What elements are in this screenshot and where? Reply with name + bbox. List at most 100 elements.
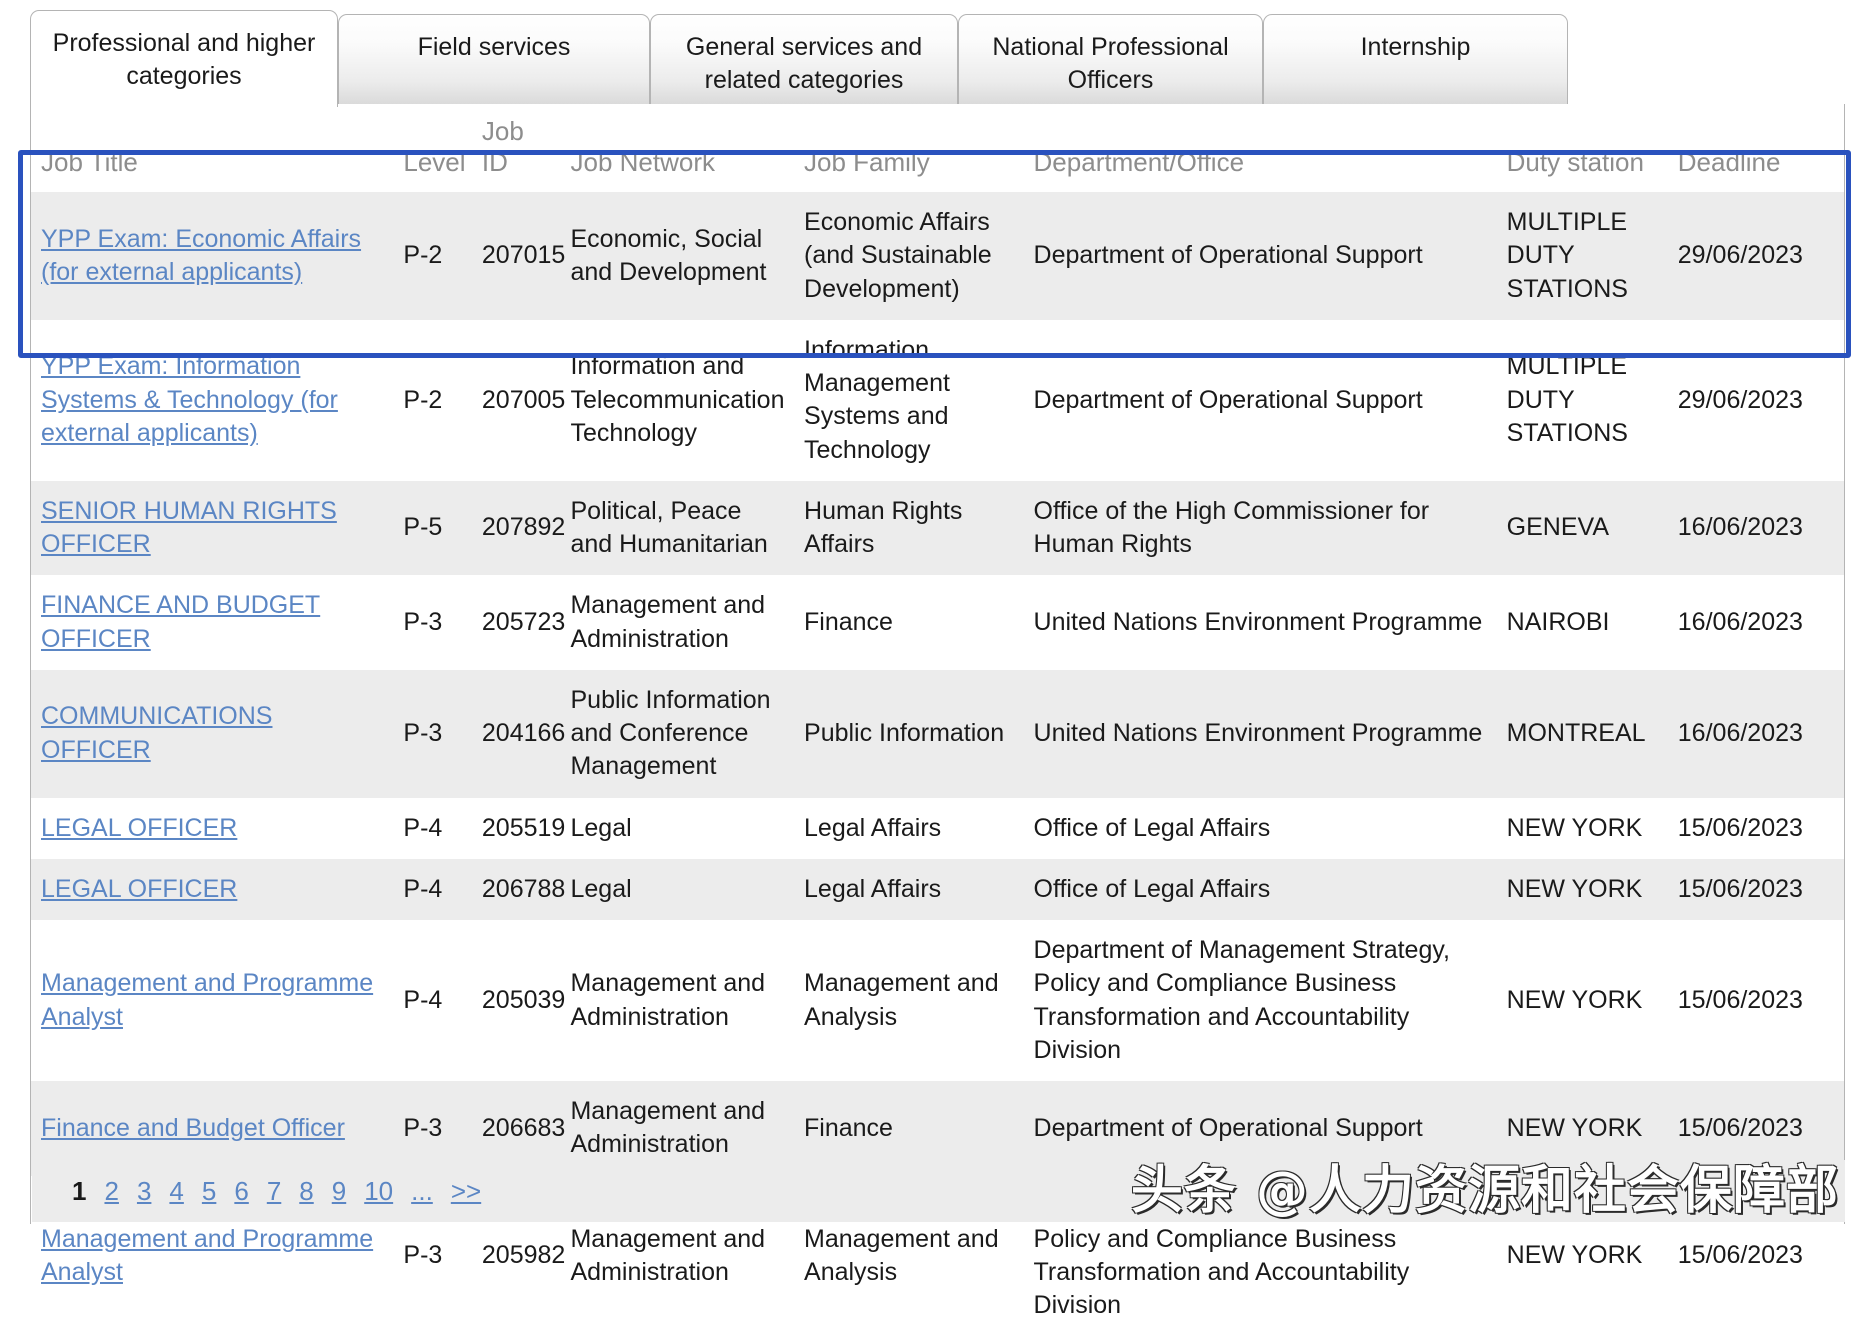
pagination-page-4[interactable]: 4 bbox=[169, 1176, 183, 1207]
pagination-page-3[interactable]: 3 bbox=[137, 1176, 151, 1207]
cell-job-family: Management and Analysis bbox=[794, 920, 1024, 1081]
job-title-link[interactable]: LEGAL OFFICER bbox=[41, 875, 237, 903]
tab-field-services[interactable]: Field services bbox=[338, 14, 650, 107]
tab-professional-and-higher-categories[interactable]: Professional and higher categories bbox=[30, 10, 338, 107]
cell-deadline: 15/06/2023 bbox=[1667, 920, 1844, 1081]
cell-job-id: 206788 bbox=[471, 858, 565, 920]
cell-duty-station: MONTREAL bbox=[1496, 669, 1668, 798]
cell-deadline: 29/06/2023 bbox=[1667, 192, 1844, 320]
cell-level: P-4 bbox=[393, 858, 472, 920]
cell-job-title: LEGAL OFFICER bbox=[31, 858, 394, 920]
cell-job-title: YPP Exam: Information Systems & Technolo… bbox=[31, 319, 394, 481]
category-tab-bar: Professional and higher categories Field… bbox=[30, 10, 1845, 107]
cell-department: Department of Operational Support bbox=[1023, 319, 1497, 481]
pagination-next-button[interactable]: >> bbox=[451, 1176, 481, 1207]
cell-duty-station: GENEVA bbox=[1496, 480, 1668, 576]
pagination-page-8[interactable]: 8 bbox=[299, 1176, 313, 1207]
cell-duty-station: NAIROBI bbox=[1496, 575, 1668, 670]
cell-job-id: 207005 bbox=[471, 319, 565, 481]
cell-job-id: 205519 bbox=[471, 797, 565, 859]
table-row[interactable]: LEGAL OFFICER P-4 205519 Legal Legal Aff… bbox=[31, 797, 1844, 859]
cell-job-id: 205039 bbox=[471, 920, 565, 1081]
cell-deadline: 29/06/2023 bbox=[1667, 319, 1844, 481]
table-row[interactable]: Management and Programme Analyst P-4 205… bbox=[31, 920, 1844, 1081]
cell-job-family: Legal Affairs bbox=[794, 797, 1024, 859]
cell-deadline: 16/06/2023 bbox=[1667, 480, 1844, 576]
cell-department: United Nations Environment Programme bbox=[1023, 575, 1497, 670]
cell-job-title: YPP Exam: Economic Affairs (for external… bbox=[31, 192, 394, 320]
cell-job-family: Public Information bbox=[794, 669, 1024, 798]
cell-job-id: 207892 bbox=[471, 480, 565, 576]
tab-general-services-and-related-categories[interactable]: General services and related categories bbox=[650, 14, 958, 107]
cell-job-network: Management and Administration bbox=[560, 920, 795, 1081]
job-title-link[interactable]: SENIOR HUMAN RIGHTS OFFICER bbox=[41, 497, 337, 558]
column-header-job-network[interactable]: Job Network bbox=[560, 104, 795, 192]
cell-department: United Nations Environment Programme bbox=[1023, 669, 1497, 798]
cell-level: P-3 bbox=[393, 669, 472, 798]
tab-label: General services and related categories bbox=[685, 33, 923, 94]
cell-job-family: Information Management Systems and Techn… bbox=[794, 319, 1024, 481]
pagination-page-2[interactable]: 2 bbox=[104, 1176, 118, 1207]
column-header-job-title[interactable]: Job Title bbox=[31, 104, 394, 192]
cell-job-network: Public Information and Conference Manage… bbox=[560, 669, 795, 798]
job-title-link[interactable]: Finance and Budget Officer bbox=[41, 1114, 345, 1142]
job-title-link[interactable]: COMMUNICATIONS OFFICER bbox=[41, 702, 272, 763]
table-row[interactable]: FINANCE AND BUDGET OFFICER P-3 205723 Ma… bbox=[31, 575, 1844, 670]
cell-level: P-5 bbox=[393, 480, 472, 576]
cell-deadline: 15/06/2023 bbox=[1667, 797, 1844, 859]
pagination-page-7[interactable]: 7 bbox=[267, 1176, 281, 1207]
cell-job-network: Political, Peace and Humanitarian bbox=[560, 480, 795, 576]
cell-job-network: Information and Telecommunication Techno… bbox=[560, 319, 795, 481]
cell-job-id: 204166 bbox=[471, 669, 565, 798]
cell-department: Office of Legal Affairs bbox=[1023, 797, 1497, 859]
cell-level: P-2 bbox=[393, 319, 472, 481]
cell-deadline: 16/06/2023 bbox=[1667, 669, 1844, 798]
pagination-ellipsis[interactable]: ... bbox=[411, 1176, 433, 1207]
cell-job-title: COMMUNICATIONS OFFICER bbox=[31, 669, 394, 798]
cell-level: P-2 bbox=[393, 192, 472, 320]
column-header-job-id[interactable]: Job ID bbox=[471, 104, 561, 192]
cell-job-title: SENIOR HUMAN RIGHTS OFFICER bbox=[31, 480, 394, 576]
column-header-job-family[interactable]: Job Family bbox=[794, 104, 1024, 192]
job-title-link[interactable]: FINANCE AND BUDGET OFFICER bbox=[41, 591, 320, 652]
job-title-link[interactable]: Management and Programme Analyst bbox=[41, 1225, 373, 1286]
column-header-duty-station[interactable]: Duty station bbox=[1496, 104, 1668, 192]
table-row[interactable]: SENIOR HUMAN RIGHTS OFFICER P-5 207892 P… bbox=[31, 480, 1844, 576]
tab-label: Professional and higher categories bbox=[52, 29, 316, 90]
cell-duty-station: NEW YORK bbox=[1496, 920, 1668, 1081]
table-row[interactable]: LEGAL OFFICER P-4 206788 Legal Legal Aff… bbox=[31, 858, 1844, 920]
cell-duty-station: NEW YORK bbox=[1496, 797, 1668, 859]
cell-job-id: 205723 bbox=[471, 575, 565, 670]
cell-deadline: 16/06/2023 bbox=[1667, 575, 1844, 670]
column-header-deadline[interactable]: Deadline bbox=[1667, 104, 1844, 192]
pagination-page-9[interactable]: 9 bbox=[332, 1176, 346, 1207]
tab-national-professional-officers[interactable]: National Professional Officers bbox=[958, 14, 1263, 107]
job-title-link[interactable]: LEGAL OFFICER bbox=[41, 814, 237, 842]
column-header-department[interactable]: Department/Office bbox=[1023, 104, 1497, 192]
pagination-page-6[interactable]: 6 bbox=[234, 1176, 248, 1207]
tab-label: Field services bbox=[417, 33, 571, 61]
cell-job-family: Human Rights Affairs bbox=[794, 480, 1024, 576]
cell-level: P-3 bbox=[393, 575, 472, 670]
cell-department: Department of Management Strategy, Polic… bbox=[1023, 920, 1497, 1081]
table-row[interactable]: COMMUNICATIONS OFFICER P-3 204166 Public… bbox=[31, 669, 1844, 798]
cell-job-network: Legal bbox=[560, 858, 795, 920]
cell-job-network: Legal bbox=[560, 797, 795, 859]
pagination: 1 2 3 4 5 6 7 8 9 10 ... >> bbox=[32, 1160, 1845, 1222]
cell-deadline: 15/06/2023 bbox=[1667, 858, 1844, 920]
job-title-link[interactable]: YPP Exam: Information Systems & Technolo… bbox=[41, 352, 338, 447]
cell-job-id: 207015 bbox=[471, 192, 565, 320]
pagination-page-10[interactable]: 10 bbox=[364, 1176, 393, 1207]
cell-duty-station: NEW YORK bbox=[1496, 858, 1668, 920]
cell-job-title: LEGAL OFFICER bbox=[31, 797, 394, 859]
table-row[interactable]: YPP Exam: Information Systems & Technolo… bbox=[31, 319, 1844, 481]
job-listings-table: Job Title Level Job ID Job Network Job F… bbox=[31, 104, 1844, 1337]
column-header-level[interactable]: Level bbox=[393, 104, 472, 192]
pagination-page-5[interactable]: 5 bbox=[202, 1176, 216, 1207]
tab-internship[interactable]: Internship bbox=[1263, 14, 1568, 107]
cell-duty-station: MULTIPLE DUTY STATIONS bbox=[1496, 192, 1668, 320]
cell-department: Department of Operational Support bbox=[1023, 192, 1497, 320]
job-title-link[interactable]: YPP Exam: Economic Affairs (for external… bbox=[41, 225, 361, 286]
table-row[interactable]: YPP Exam: Economic Affairs (for external… bbox=[31, 192, 1844, 320]
job-title-link[interactable]: Management and Programme Analyst bbox=[41, 969, 373, 1030]
